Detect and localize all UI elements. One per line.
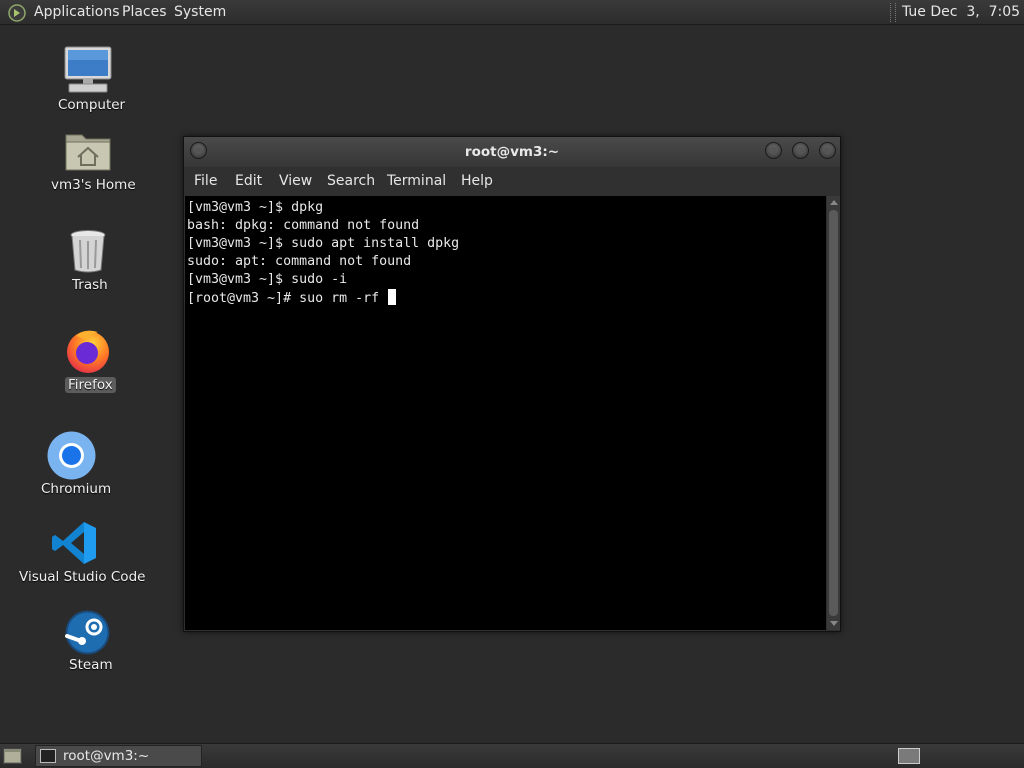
desktop-icon-label: Chromium <box>41 481 112 497</box>
show-desktop-icon[interactable] <box>3 748 22 764</box>
terminal-line: sudo: apt: command not found <box>187 254 412 269</box>
workspace-switcher[interactable] <box>898 748 920 764</box>
terminal-line: [vm3@vm3 ~]$ sudo apt install dpkg <box>187 236 460 251</box>
trash-icon <box>70 230 106 273</box>
terminal-menubar: File Edit View Search Terminal Help <box>184 167 840 195</box>
desktop-icon-label: Firefox <box>65 377 116 393</box>
window-title: root@vm3:~ <box>464 144 560 160</box>
applications-menu[interactable]: Applications <box>34 4 120 20</box>
desktop-icon-label: vm3's Home <box>51 177 136 193</box>
window-titlebar[interactable]: root@vm3:~ <box>184 137 840 167</box>
menu-edit[interactable]: Edit <box>235 173 262 189</box>
menu-file[interactable]: File <box>194 173 217 189</box>
computer-icon <box>64 46 112 93</box>
scroll-thumb[interactable] <box>829 210 838 616</box>
maximize-button[interactable] <box>792 142 809 159</box>
text-cursor <box>388 289 397 305</box>
steam-icon <box>65 610 110 655</box>
close-button[interactable] <box>819 142 836 159</box>
home-folder-icon <box>65 134 111 171</box>
applications-logo-icon[interactable] <box>8 4 26 22</box>
top-panel: Applications Places System Tue Dec 3, 7:… <box>0 0 1024 25</box>
terminal-line: bash: dpkg: command not found <box>187 218 420 233</box>
terminal-window[interactable]: root@vm3:~ File Edit View Search Termina… <box>183 136 841 632</box>
terminal-prompt-line: [root@vm3 ~]# suo rm -rf <box>187 291 388 306</box>
menu-view[interactable]: View <box>279 173 312 189</box>
menu-help[interactable]: Help <box>461 173 493 189</box>
panel-separator <box>890 3 896 22</box>
desktop-icon-label: Trash <box>72 277 108 293</box>
terminal-line: [vm3@vm3 ~]$ dpkg <box>187 200 324 215</box>
bottom-panel: root@vm3:~ <box>0 743 1024 768</box>
scroll-down-arrow-icon[interactable] <box>830 621 838 626</box>
terminal-output[interactable]: [vm3@vm3 ~]$ dpkg bash: dpkg: command no… <box>185 196 826 630</box>
clock[interactable]: Tue Dec 3, 7:05 PM <box>902 4 1024 20</box>
menu-terminal[interactable]: Terminal <box>387 173 446 189</box>
desktop-icon-label: Computer <box>58 97 126 113</box>
minimize-button[interactable] <box>765 142 782 159</box>
terminal-line: [vm3@vm3 ~]$ sudo -i <box>187 272 348 287</box>
taskbar-button-terminal[interactable]: root@vm3:~ <box>35 745 202 767</box>
system-menu[interactable]: System <box>174 4 226 20</box>
vscode-icon <box>52 522 96 564</box>
places-menu[interactable]: Places <box>122 4 167 20</box>
firefox-icon <box>67 330 109 373</box>
chromium-icon <box>47 431 96 480</box>
scroll-up-arrow-icon[interactable] <box>830 200 838 205</box>
menu-search[interactable]: Search <box>327 173 375 189</box>
taskbar-button-label: root@vm3:~ <box>63 748 150 764</box>
desktop-icon-label: Visual Studio Code <box>19 569 146 585</box>
desktop-icon-label: Steam <box>69 657 113 673</box>
terminal-icon <box>40 749 56 763</box>
terminal-scrollbar[interactable] <box>827 196 840 630</box>
